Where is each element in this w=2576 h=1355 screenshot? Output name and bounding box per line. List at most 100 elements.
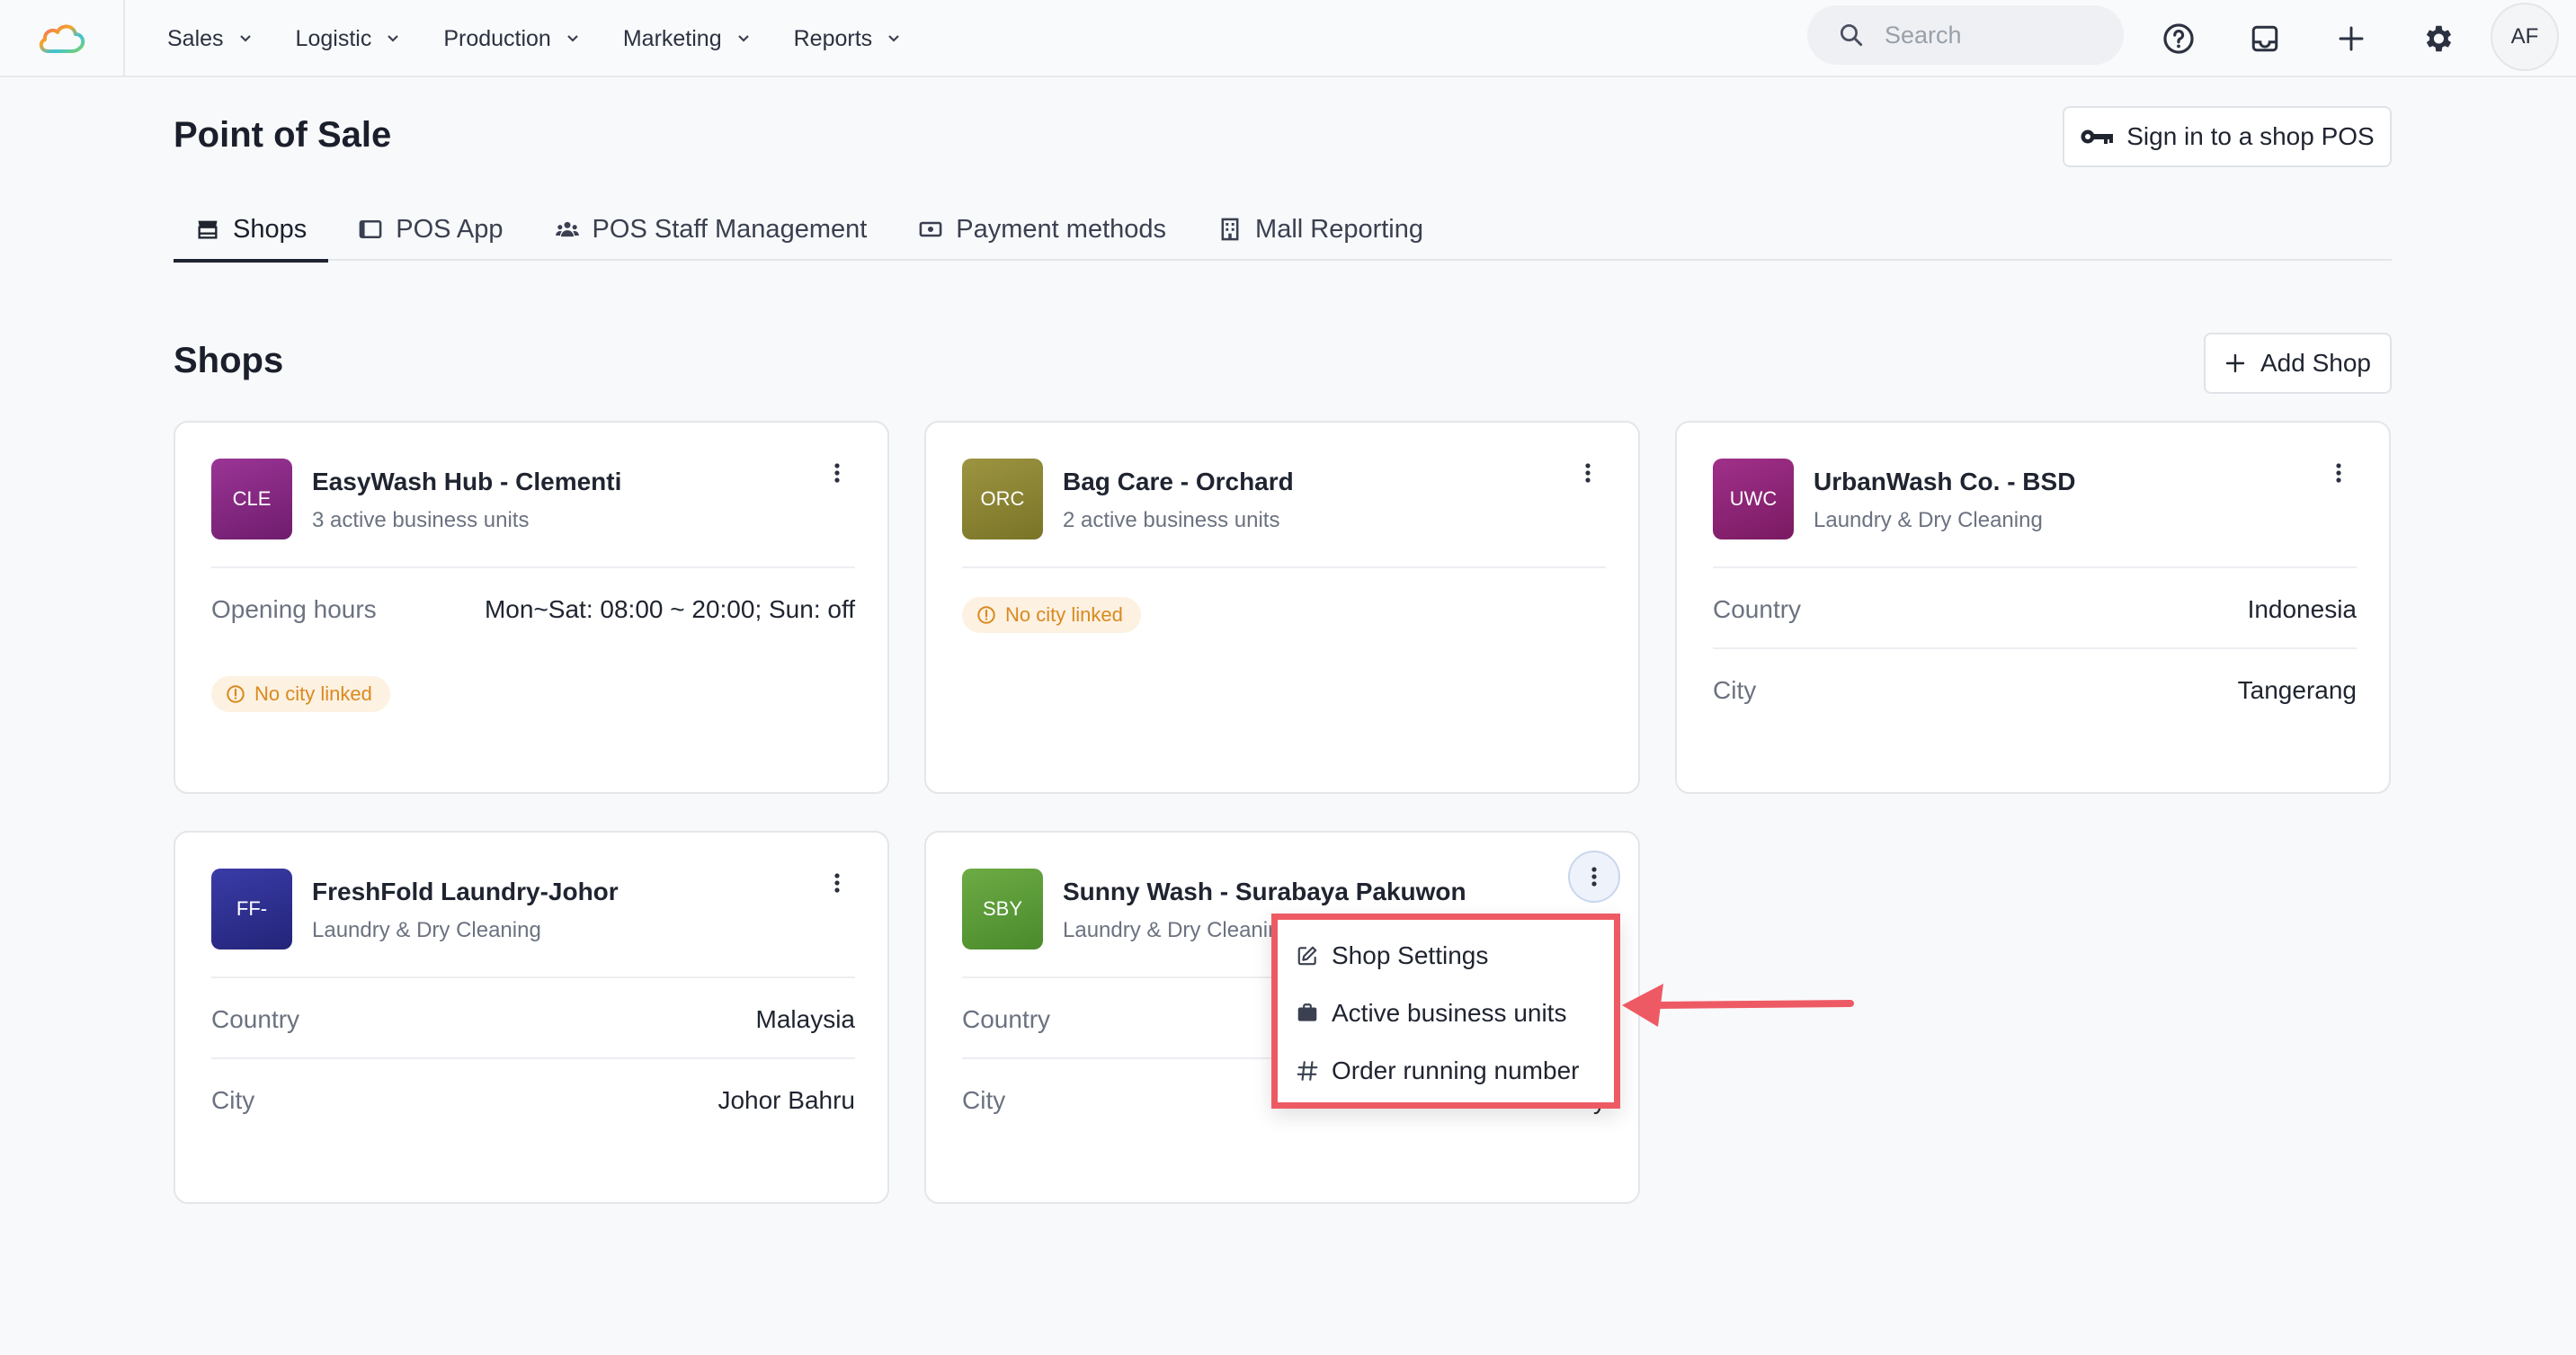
search-input[interactable] <box>1885 21 2091 49</box>
key-icon <box>2081 129 2114 144</box>
help-button[interactable] <box>2156 16 2201 61</box>
shop-name: Bag Care - Orchard <box>1063 468 1294 495</box>
nav-reports-label: Reports <box>793 25 873 51</box>
shop-card-header: ORC Bag Care - Orchard 2 active business… <box>962 459 1606 539</box>
row-label: City <box>962 1086 1006 1114</box>
shop-menu-button[interactable] <box>1568 851 1620 903</box>
shops-section-title: Shops <box>174 341 284 380</box>
shop-name: Sunny Wash - Surabaya Pakuwon <box>1063 878 1466 905</box>
store-icon <box>198 220 218 239</box>
kebab-menu-icon <box>834 463 840 483</box>
briefcase-icon <box>1297 1003 1317 1021</box>
menu-item-label: Active business units <box>1332 999 1567 1027</box>
shop-avatar: SBY <box>962 869 1043 949</box>
tab-payment-methods[interactable]: Payment methods <box>896 198 1188 261</box>
settings-button[interactable] <box>2415 16 2460 61</box>
shop-menu-button[interactable] <box>819 865 855 901</box>
tab-shops[interactable]: Shops <box>174 198 329 263</box>
shop-avatar: UWC <box>1713 459 1794 539</box>
tab-payment-methods-label: Payment methods <box>956 214 1167 244</box>
tab-bar: Shops POS App POS Staff Management Payme… <box>174 198 2392 263</box>
top-navbar: Sales Logistic Production Marketing Repo… <box>0 0 2576 77</box>
tab-mall-reporting[interactable]: Mall Reporting <box>1196 198 1445 261</box>
shop-card-header: FF- FreshFold Laundry-Johor Laundry & Dr… <box>211 869 855 949</box>
sign-in-label: Sign in to a shop POS <box>2126 122 2375 150</box>
gear-icon <box>2426 25 2452 52</box>
shop-subtitle: 2 active business units <box>1063 508 1280 532</box>
divider <box>1713 647 2357 649</box>
row-label: Country <box>1713 595 1802 623</box>
chevron-down-icon <box>567 35 578 42</box>
plus-icon <box>2225 353 2245 373</box>
row-value: Mon~Sat: 08:00 ~ 20:00; Sun: off <box>484 595 855 623</box>
shop-card-header: CLE EasyWash Hub - Clementi 3 active bus… <box>211 459 855 539</box>
kebab-menu-icon <box>834 873 840 893</box>
nav-production[interactable]: Production <box>443 26 582 52</box>
row-value: Indonesia <box>2247 595 2357 623</box>
page-title: Point of Sale <box>174 115 392 155</box>
inbox-button[interactable] <box>2242 16 2287 61</box>
chevron-down-icon <box>388 35 399 42</box>
shop-card-header: UWC UrbanWash Co. - BSD Laundry & Dry Cl… <box>1713 459 2357 539</box>
help-circle-icon <box>2163 23 2194 54</box>
shop-menu-button[interactable] <box>1570 455 1606 491</box>
shop-subtitle: Laundry & Dry Cleaning <box>312 918 541 942</box>
shop-subtitle: Laundry & Dry Cleaning <box>1814 508 2043 532</box>
shop-actions-menu: Shop Settings Active business units Orde… <box>1271 914 1620 1109</box>
row-label: Opening hours <box>211 595 377 623</box>
cash-icon <box>919 221 942 237</box>
shop-menu-button[interactable] <box>2321 455 2357 491</box>
kebab-menu-icon <box>2336 463 2341 483</box>
warning-circle-icon <box>227 685 245 703</box>
divider <box>1713 566 2357 568</box>
shop-name: UrbanWash Co. - BSD <box>1814 468 2076 495</box>
row-label: Country <box>962 1005 1051 1033</box>
menu-item-label: Order running number <box>1332 1056 1580 1084</box>
plus-icon <box>2339 26 2364 51</box>
people-icon <box>555 221 579 237</box>
nav-logistic-label: Logistic <box>295 25 372 51</box>
chevron-down-icon <box>737 35 749 42</box>
nav-marketing[interactable]: Marketing <box>623 26 753 52</box>
cloud-logo-icon <box>39 24 85 53</box>
shop-subtitle: Laundry & Dry Cleanir <box>1063 918 1276 942</box>
shop-card-johor: FF- FreshFold Laundry-Johor Laundry & Dr… <box>174 831 889 1204</box>
tab-mall-reporting-label: Mall Reporting <box>1255 214 1424 244</box>
tab-pos-staff-management[interactable]: POS Staff Management <box>533 198 889 261</box>
menu-item-active-business-units[interactable]: Active business units <box>1296 994 1566 1033</box>
shop-avatar: CLE <box>211 459 292 539</box>
app-logo[interactable] <box>0 0 125 77</box>
shop-avatar: ORC <box>962 459 1043 539</box>
kebab-menu-icon <box>1585 463 1591 483</box>
shop-menu-button[interactable] <box>819 455 855 491</box>
inbox-icon <box>2251 25 2278 52</box>
create-button[interactable] <box>2329 16 2374 61</box>
hash-icon <box>1297 1061 1318 1081</box>
tab-pos-app[interactable]: POS App <box>336 198 524 261</box>
nav-sales-label: Sales <box>167 25 224 51</box>
divider <box>211 976 855 978</box>
row-value: Tangerang <box>2237 676 2357 704</box>
sign-in-shop-pos-button[interactable]: Sign in to a shop POS <box>2063 106 2392 167</box>
menu-item-shop-settings[interactable]: Shop Settings <box>1296 936 1488 976</box>
nav-sales[interactable]: Sales <box>167 26 254 52</box>
tab-pos-app-label: POS App <box>396 214 504 244</box>
nav-marketing-label: Marketing <box>622 25 722 51</box>
shop-name: FreshFold Laundry-Johor <box>312 878 619 905</box>
menu-item-label: Shop Settings <box>1332 941 1489 969</box>
country-row: Country Indonesia <box>1713 590 2357 629</box>
city-row: City Johor Bahru <box>211 1081 855 1120</box>
search-box[interactable] <box>1807 5 2124 65</box>
kebab-menu-icon <box>1591 867 1597 887</box>
city-row: City Tangerang <box>1713 671 2357 710</box>
divider <box>211 1057 855 1059</box>
nav-reports[interactable]: Reports <box>794 26 904 52</box>
add-shop-button[interactable]: Add Shop <box>2204 333 2392 394</box>
menu-item-order-running-number[interactable]: Order running number <box>1296 1051 1579 1091</box>
user-avatar[interactable]: AF <box>2491 3 2559 71</box>
tab-shops-label: Shops <box>233 214 308 244</box>
tab-pos-staff-label: POS Staff Management <box>592 214 868 244</box>
no-city-badge: No city linked <box>211 676 390 712</box>
country-row: Country Malaysia <box>211 1000 855 1039</box>
nav-logistic[interactable]: Logistic <box>296 26 403 52</box>
